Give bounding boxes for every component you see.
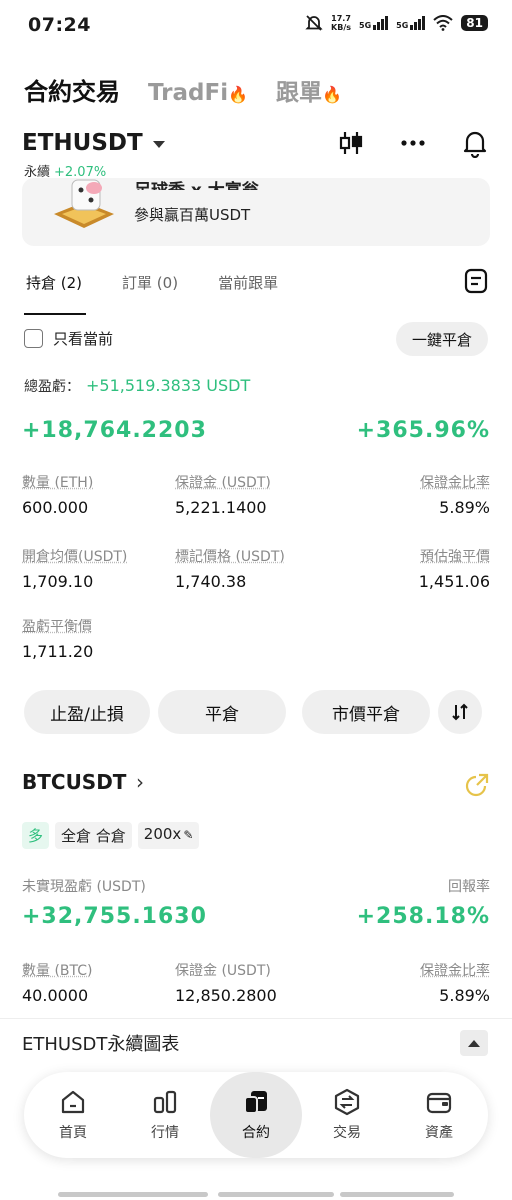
banner-title: 足球季 x 大富翁: [134, 176, 259, 190]
battery-indicator: 81: [461, 15, 488, 31]
signal-sim1: 5G: [359, 16, 389, 30]
chart-toggle-button[interactable]: [460, 1030, 488, 1056]
status-bar: 07:24 17.7 KB/s 5G 5G 81: [0, 0, 512, 52]
notification-bell-icon[interactable]: [462, 128, 488, 158]
chevron-right-icon[interactable]: ›: [136, 770, 144, 794]
divider: [0, 1018, 512, 1019]
eth-mark: 1,740.38: [175, 572, 247, 591]
eth-qty: 600.000: [22, 498, 89, 517]
symbol-selector[interactable]: ETHUSDT: [22, 130, 165, 156]
bottom-nav: 首頁 行情 合約 交易 資產: [24, 1072, 488, 1158]
fire-icon: 🔥: [228, 85, 249, 104]
gesture-bar: [58, 1192, 208, 1197]
status-icons: 17.7 KB/s 5G 5G 81: [305, 14, 488, 32]
eth-margin-ratio-label[interactable]: 保證金比率: [420, 472, 490, 492]
bar-chart-icon: [153, 1090, 177, 1114]
swap-arrows-icon: [452, 703, 468, 721]
header-icons: [338, 128, 488, 158]
eth-entry: 1,709.10: [22, 572, 94, 591]
chevron-down-icon: [152, 140, 165, 148]
btc-qty-label[interactable]: 數量 (BTC): [22, 960, 93, 980]
market-close-button[interactable]: 市價平倉: [302, 690, 430, 734]
more-icon[interactable]: [400, 129, 426, 157]
eth-liq: 1,451.06: [418, 572, 490, 591]
btc-roe: +258.18%: [356, 904, 490, 929]
wifi-icon: [433, 15, 453, 31]
chevron-up-icon: [468, 1039, 480, 1047]
eth-roe: +365.96%: [356, 418, 490, 443]
tab-open-orders[interactable]: 訂單 (0): [122, 272, 178, 293]
btc-margin: 12,850.2800: [175, 986, 277, 1005]
status-time: 07:24: [28, 14, 91, 36]
order-history-icon[interactable]: [464, 268, 488, 294]
only-current-checkbox[interactable]: [24, 329, 43, 348]
nav-trade[interactable]: 交易: [302, 1072, 392, 1158]
btc-symbol[interactable]: BTCUSDT: [22, 770, 126, 794]
btc-upnl: +32,755.1630: [22, 904, 207, 929]
fire-icon: 🔥: [322, 85, 342, 104]
banner-subtitle: 參與贏百萬USDT: [134, 206, 251, 224]
nav-assets[interactable]: 資產: [394, 1072, 484, 1158]
home-icon: [61, 1090, 85, 1114]
reverse-position-button[interactable]: [438, 690, 482, 734]
only-current-filter[interactable]: 只看當前: [24, 328, 113, 349]
leverage-badge[interactable]: 200x ✎: [137, 822, 200, 849]
top-tabs: 合約交易 TradFi🔥 跟單🔥: [24, 72, 342, 107]
gesture-bar: [218, 1192, 334, 1197]
active-tab-indicator: [24, 313, 86, 315]
side-badge: 多: [22, 822, 50, 849]
eth-pnl: +18,764.2203: [22, 418, 207, 443]
monopoly-dice-icon: [54, 179, 114, 228]
wallet-icon: [426, 1092, 452, 1114]
margin-mode-badge[interactable]: 全倉 合倉: [55, 822, 132, 849]
close-position-button[interactable]: 平倉: [158, 690, 286, 734]
btc-margin-label: 保證金 (USDT): [175, 963, 271, 979]
eth-liq-label[interactable]: 預估強平價: [420, 546, 490, 566]
nav-futures[interactable]: 合約: [210, 1072, 302, 1158]
eth-margin-ratio: 5.89%: [439, 498, 490, 517]
order-tabs: 持倉 (2) 訂單 (0) 當前跟單: [26, 272, 278, 293]
tab-copy-trading[interactable]: 跟單🔥: [276, 73, 342, 107]
close-all-button[interactable]: 一鍵平倉: [396, 322, 488, 356]
symbol-name: ETHUSDT: [22, 130, 143, 156]
mute-bell-icon: [305, 15, 323, 31]
candlestick-chart-icon[interactable]: [338, 129, 364, 157]
gesture-bar: [340, 1192, 454, 1197]
signal-sim2: 5G: [396, 16, 426, 30]
total-pnl-value: +51,519.3833 USDT: [86, 376, 251, 395]
trade-icon: [334, 1088, 360, 1116]
btc-margin-ratio-label[interactable]: 保證金比率: [420, 960, 490, 980]
tab-current-copy[interactable]: 當前跟單: [218, 272, 278, 293]
btc-roe-label: 回報率: [448, 879, 490, 895]
futures-icon: [244, 1091, 267, 1114]
nav-markets[interactable]: 行情: [120, 1072, 210, 1158]
eth-breakeven: 1,711.20: [22, 642, 94, 661]
position-actions: 止盈/止損 平倉 市價平倉: [24, 690, 482, 734]
tab-futures-trading[interactable]: 合約交易: [24, 72, 120, 107]
btc-badges: 多 全倉 合倉 200x ✎: [22, 822, 200, 849]
tpsl-button[interactable]: 止盈/止損: [24, 690, 150, 734]
eth-entry-label[interactable]: 開倉均價(USDT): [22, 546, 127, 566]
eth-margin-label[interactable]: 保證金 (USDT): [175, 472, 271, 492]
nav-home[interactable]: 首頁: [28, 1072, 118, 1158]
tab-tradfi[interactable]: TradFi🔥: [148, 80, 248, 106]
btc-upnl-label: 未實現盈虧 (USDT): [22, 879, 146, 895]
total-pnl: 總盈虧： +51,519.3833 USDT: [24, 376, 251, 395]
eth-margin: 5,221.1400: [175, 498, 267, 517]
eth-breakeven-label[interactable]: 盈虧平衡價: [22, 616, 92, 636]
only-current-label: 只看當前: [53, 330, 114, 348]
eth-qty-label[interactable]: 數量 (ETH): [22, 472, 93, 492]
share-icon[interactable]: [464, 772, 490, 798]
tab-positions[interactable]: 持倉 (2): [26, 272, 82, 293]
btc-qty: 40.0000: [22, 986, 89, 1005]
eth-mark-label[interactable]: 標記價格 (USDT): [175, 546, 285, 566]
edit-icon: ✎: [183, 828, 194, 842]
chart-section-label[interactable]: ETHUSDT永續圖表: [22, 1030, 179, 1056]
btc-margin-ratio: 5.89%: [439, 986, 490, 1005]
promo-banner[interactable]: 足球季 x 大富翁 參與贏百萬USDT: [22, 178, 490, 246]
net-speed: 17.7 KB/s: [331, 14, 352, 32]
